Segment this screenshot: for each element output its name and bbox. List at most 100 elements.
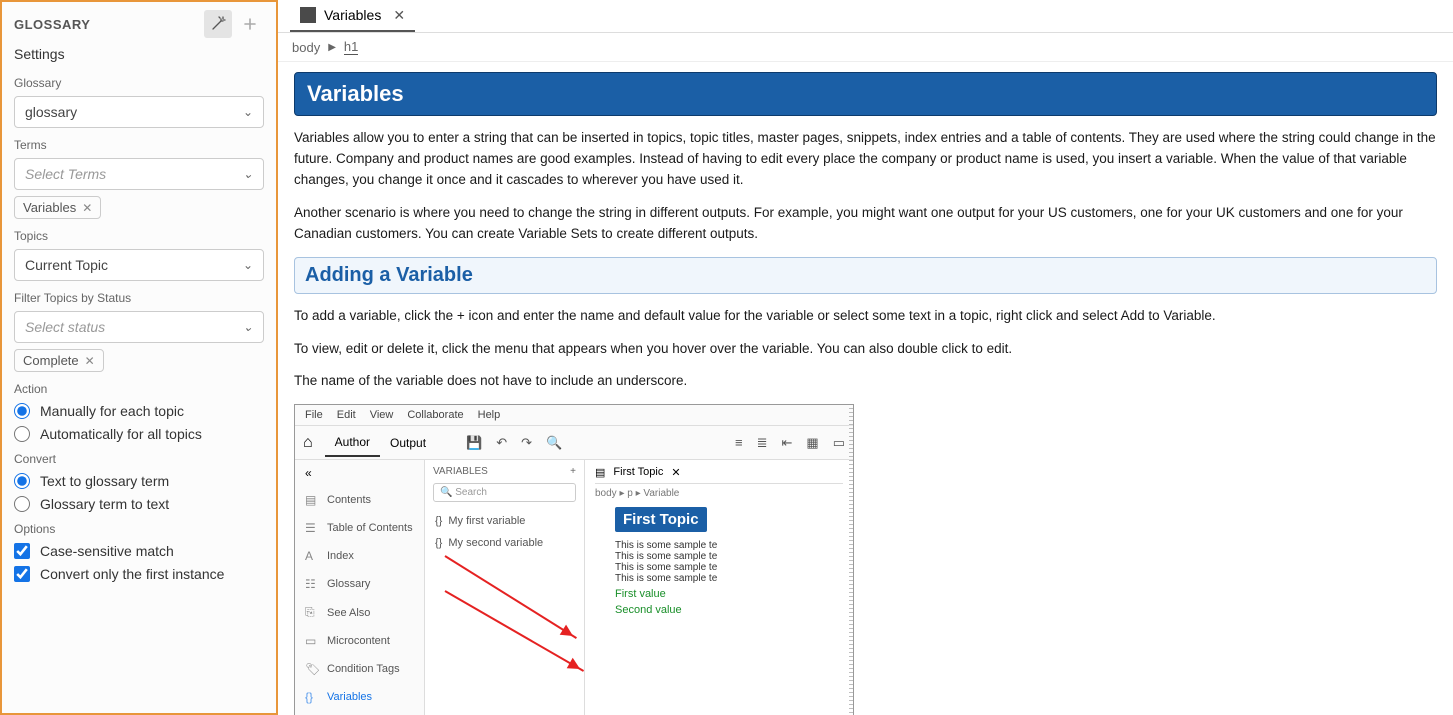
topics-label: Topics bbox=[14, 229, 264, 243]
braces-icon: {} bbox=[435, 515, 442, 527]
var-name: My second variable bbox=[448, 537, 543, 549]
close-icon[interactable]: ✕ bbox=[393, 7, 405, 24]
radio-input[interactable] bbox=[14, 403, 30, 419]
mock-toolbar: ⌂ Author Output 💾 ↶ ↷ 🔍 ≡ ≣ ⇤ ▦ ▭ bbox=[295, 426, 853, 460]
terms-placeholder: Select Terms bbox=[25, 166, 106, 182]
breadcrumb-h1[interactable]: h1 bbox=[344, 39, 358, 55]
glossary-select[interactable]: glossary ⌄ bbox=[14, 96, 264, 128]
paragraph[interactable]: Another scenario is where you need to ch… bbox=[294, 203, 1437, 245]
document-tabbar: Variables ✕ bbox=[278, 0, 1453, 33]
terms-label: Terms bbox=[14, 138, 264, 152]
filter-tag-complete: Complete ✕ bbox=[14, 349, 104, 372]
close-icon: ✕ bbox=[671, 466, 680, 479]
home-icon: ⌂ bbox=[303, 434, 313, 452]
chevron-down-icon: ⌄ bbox=[243, 105, 253, 119]
options-label: Options bbox=[14, 522, 264, 536]
menu-item: Collaborate bbox=[407, 409, 463, 421]
convert-t2g-radio[interactable]: Text to glossary term bbox=[14, 473, 264, 489]
doc-variable-value: Second value bbox=[615, 604, 843, 616]
topics-value: Current Topic bbox=[25, 257, 108, 273]
glossary-value: glossary bbox=[25, 104, 77, 120]
redo-icon: ↷ bbox=[521, 435, 532, 451]
mock-vars-panel: VARIABLES + 🔍 Search {}My first variable… bbox=[425, 460, 585, 715]
paragraph[interactable]: The name of the variable does not have t… bbox=[294, 371, 1437, 392]
add-icon[interactable] bbox=[236, 10, 264, 38]
mock-nav: « ▤Contents ☰Table of Contents AIndex ☷G… bbox=[295, 460, 425, 715]
heading-adding-variable[interactable]: Adding a Variable bbox=[294, 257, 1437, 294]
first-instance-checkbox[interactable]: Convert only the first instance bbox=[14, 566, 264, 582]
search-placeholder: Search bbox=[455, 487, 487, 498]
filter-label: Filter Topics by Status bbox=[14, 291, 264, 305]
mock-search: 🔍 Search bbox=[433, 483, 576, 502]
tags-icon: 🏷 bbox=[305, 662, 319, 676]
paragraph[interactable]: To add a variable, click the + icon and … bbox=[294, 306, 1437, 327]
doc-line: This is some sample te bbox=[615, 562, 843, 573]
mock-tab-output: Output bbox=[380, 430, 436, 456]
seealso-icon: ⎘ bbox=[305, 605, 319, 620]
glossary-icon: ☷ bbox=[305, 577, 319, 591]
terms-tag-variables: Variables ✕ bbox=[14, 196, 101, 219]
list-icon: ≡ bbox=[735, 435, 743, 451]
radio-input[interactable] bbox=[14, 473, 30, 489]
doc-line: This is some sample te bbox=[615, 573, 843, 584]
save-icon: 💾 bbox=[466, 435, 482, 451]
heading-variables[interactable]: Variables bbox=[294, 72, 1437, 116]
image-icon: ▭ bbox=[833, 435, 845, 451]
breadcrumb-separator-icon: ▶ bbox=[328, 42, 336, 53]
nav-label: See Also bbox=[327, 607, 370, 619]
panel-title: GLOSSARY bbox=[14, 17, 90, 32]
glossary-panel: GLOSSARY Settings Glossary glossary ⌄ Te… bbox=[0, 0, 278, 715]
braces-icon: {} bbox=[435, 537, 442, 549]
checkbox-input[interactable] bbox=[14, 543, 30, 559]
convert-g2t-radio[interactable]: Glossary term to text bbox=[14, 496, 264, 512]
radio-label: Text to glossary term bbox=[40, 473, 169, 489]
nav-label: Microcontent bbox=[327, 635, 390, 647]
tag-remove-icon[interactable]: ✕ bbox=[85, 354, 95, 368]
nav-label: Index bbox=[327, 550, 354, 562]
mock-tab-author: Author bbox=[325, 429, 380, 457]
radio-input[interactable] bbox=[14, 426, 30, 442]
topics-select[interactable]: Current Topic ⌄ bbox=[14, 249, 264, 281]
radio-input[interactable] bbox=[14, 496, 30, 512]
settings-link[interactable]: Settings bbox=[14, 46, 264, 62]
tag-label: Complete bbox=[23, 353, 79, 368]
paragraph[interactable]: Variables allow you to enter a string th… bbox=[294, 128, 1437, 191]
doc-breadcrumb: body ▸ p ▸ Variable bbox=[595, 488, 843, 499]
document-icon bbox=[300, 7, 316, 23]
nav-label: Glossary bbox=[327, 578, 370, 590]
nav-label: Contents bbox=[327, 494, 371, 506]
chevron-down-icon: ⌄ bbox=[243, 258, 253, 272]
filter-select[interactable]: Select status ⌄ bbox=[14, 311, 264, 343]
doc-tab-name: First Topic bbox=[613, 466, 663, 479]
variables-icon: {} bbox=[305, 690, 319, 704]
numlist-icon: ≣ bbox=[757, 435, 768, 451]
action-manual-radio[interactable]: Manually for each topic bbox=[14, 403, 264, 419]
magic-wand-icon[interactable] bbox=[204, 10, 232, 38]
nav-label: Condition Tags bbox=[327, 663, 400, 675]
screenshot-image: File Edit View Collaborate Help ⌂ Author… bbox=[294, 404, 854, 715]
action-label: Action bbox=[14, 382, 264, 396]
index-icon: A bbox=[305, 549, 319, 563]
glossary-label: Glossary bbox=[14, 76, 264, 90]
case-sensitive-checkbox[interactable]: Case-sensitive match bbox=[14, 543, 264, 559]
torn-edge-icon bbox=[849, 405, 854, 715]
menu-item: Edit bbox=[337, 409, 356, 421]
add-icon: + bbox=[570, 466, 576, 477]
micro-icon: ▭ bbox=[305, 634, 319, 648]
checkbox-label: Convert only the first instance bbox=[40, 566, 224, 582]
tab-variables[interactable]: Variables ✕ bbox=[290, 1, 415, 32]
paragraph[interactable]: To view, edit or delete it, click the me… bbox=[294, 339, 1437, 360]
chevron-down-icon: ⌄ bbox=[243, 167, 253, 181]
mock-document: ▤ First Topic ✕ body ▸ p ▸ Variable Firs… bbox=[585, 460, 853, 715]
find-icon: 🔍 bbox=[546, 435, 562, 451]
terms-select[interactable]: Select Terms ⌄ bbox=[14, 158, 264, 190]
collapse-icon: « bbox=[295, 460, 424, 486]
tag-remove-icon[interactable]: ✕ bbox=[82, 201, 92, 215]
menu-item: View bbox=[370, 409, 394, 421]
action-auto-radio[interactable]: Automatically for all topics bbox=[14, 426, 264, 442]
breadcrumb-body[interactable]: body bbox=[292, 40, 320, 55]
radio-label: Glossary term to text bbox=[40, 496, 169, 512]
outdent-icon: ⇤ bbox=[782, 435, 793, 451]
checkbox-input[interactable] bbox=[14, 566, 30, 582]
breadcrumb: body ▶ h1 bbox=[278, 33, 1453, 62]
